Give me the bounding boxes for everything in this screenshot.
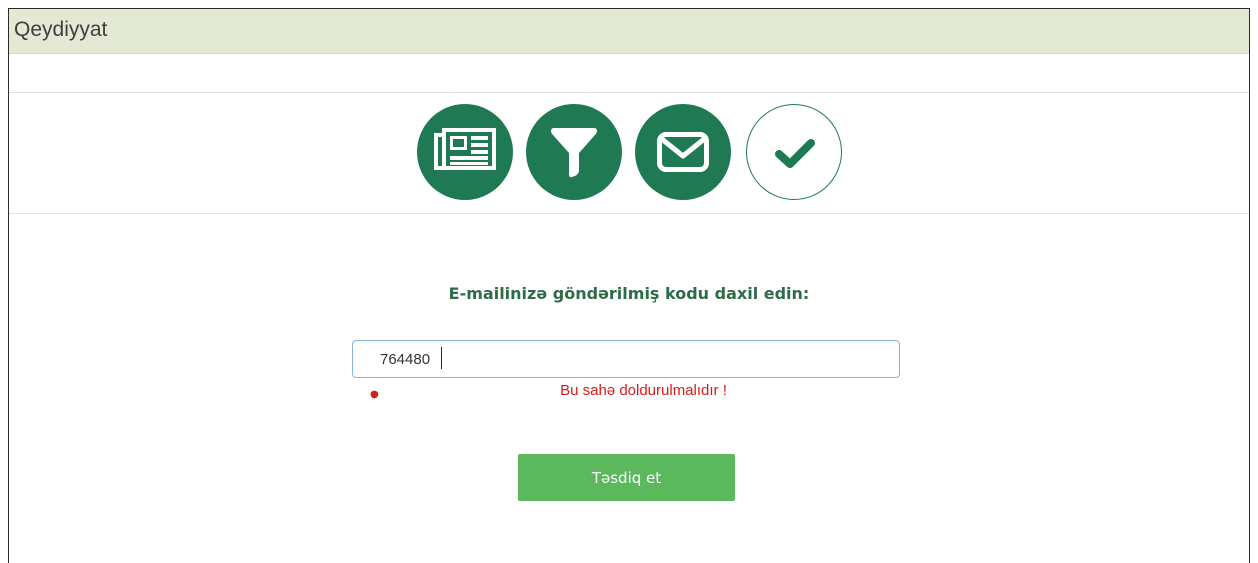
step-3-envelope xyxy=(635,104,731,200)
confirm-button[interactable]: Təsdiq et xyxy=(518,454,735,501)
registration-panel: Qeydiyyat E-mailinizə göndərilmiş kodu d… xyxy=(8,8,1250,563)
top-divider xyxy=(9,92,1249,93)
step-4-confirm xyxy=(746,104,842,200)
filter-icon xyxy=(551,128,597,178)
panel-header: Qeydiyyat xyxy=(9,9,1249,54)
step-2-filter xyxy=(526,104,622,200)
verification-code-input[interactable] xyxy=(352,340,900,378)
code-prompt: E-mailinizə göndərilmiş kodu daxil edin: xyxy=(448,284,810,303)
step-1-newspaper xyxy=(417,104,513,200)
text-caret xyxy=(441,347,442,369)
panel-title: Qeydiyyat xyxy=(14,18,108,41)
validation-error-message: Bu sahə doldurulmalıdır ! xyxy=(560,382,727,399)
registration-steps xyxy=(9,104,1249,204)
envelope-icon xyxy=(657,132,709,172)
steps-divider xyxy=(9,213,1249,214)
checkmark-icon xyxy=(775,139,815,168)
newspaper-icon xyxy=(434,128,496,170)
